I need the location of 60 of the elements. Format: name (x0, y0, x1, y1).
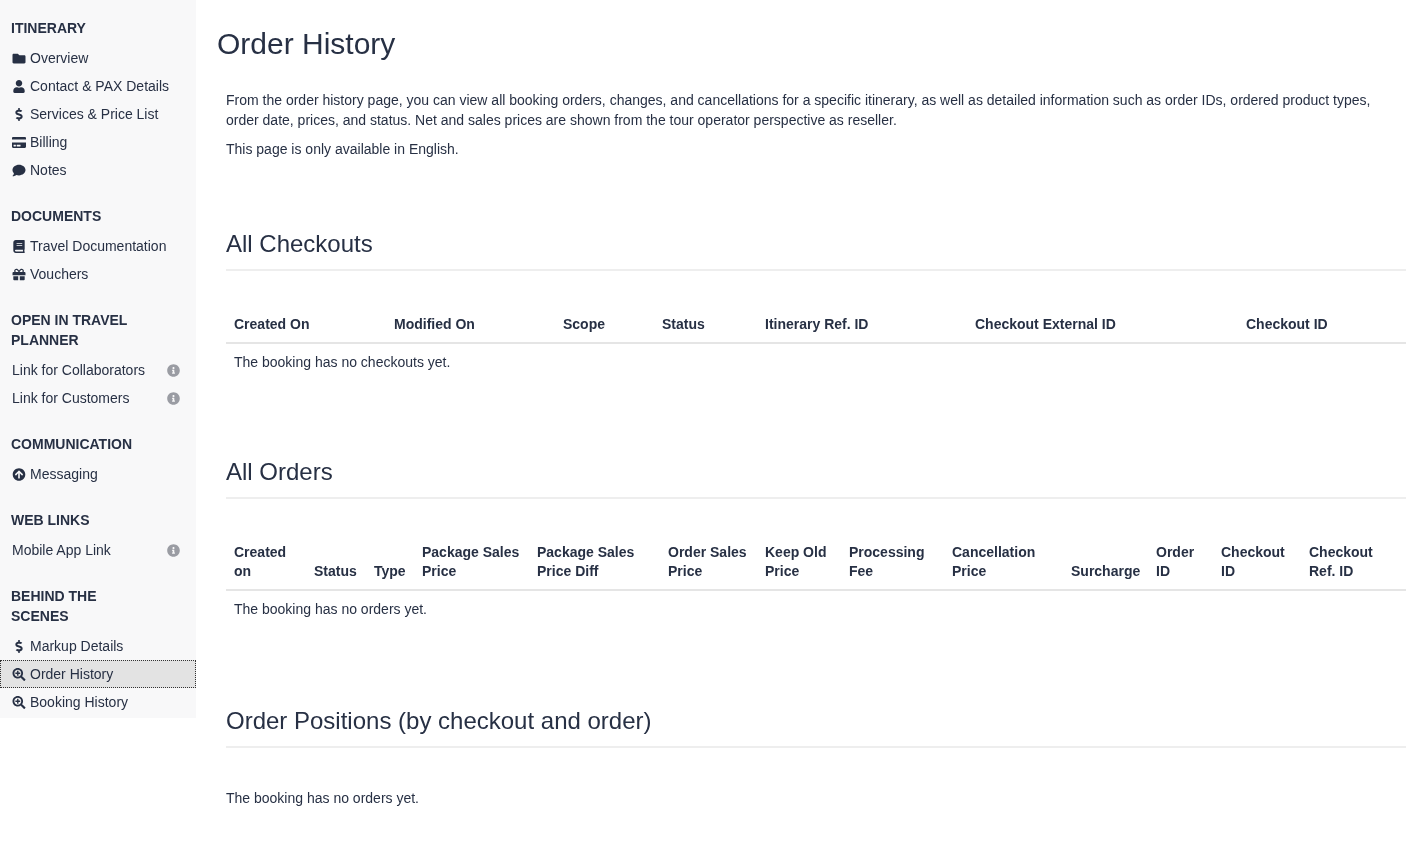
page-title: Order History (217, 26, 397, 62)
book-icon (12, 239, 26, 253)
section-title: All Orders (226, 457, 1406, 499)
sidebar-item[interactable]: Markup Details (0, 632, 196, 660)
column-header: Package Sales Price Diff (529, 535, 660, 590)
column-header: Checkout External ID (967, 307, 1238, 343)
column-header: Status (306, 535, 366, 590)
gift-icon (12, 267, 26, 281)
column-header: Surcharge (1063, 535, 1148, 590)
sidebar-item[interactable]: Services & Price List (0, 100, 196, 128)
sidebar-heading: OPEN IN TRAVEL PLANNER (10, 311, 129, 350)
sidebar-heading: COMMUNICATION (10, 435, 134, 454)
info-icon[interactable] (167, 543, 180, 557)
column-header: Type (366, 535, 414, 590)
empty-message: The booking has no checkouts yet. (234, 354, 451, 370)
column-header: Scope (555, 307, 654, 343)
empty-message: The booking has no orders yet. (234, 601, 427, 617)
sidebar-heading: BEHIND THE SCENES (10, 587, 98, 626)
speech-bubble-icon (12, 163, 26, 177)
column-header: Modified On (386, 307, 555, 343)
column-header: Package Sales Price (414, 535, 529, 590)
column-header: Cancellation Price (944, 535, 1063, 590)
sidebar-heading: WEB LINKS (10, 511, 91, 530)
zoom-in-icon (12, 695, 26, 709)
sidebar-item[interactable]: Notes (0, 156, 196, 184)
intro-paragraph: This page is only available in English. (226, 140, 460, 159)
info-icon[interactable] (167, 391, 180, 405)
column-header: Checkout ID (1213, 535, 1301, 590)
sidebar-heading: DOCUMENTS (10, 207, 103, 226)
intro-paragraph: From the order history page, you can view all booking orders, changes, and cancellations for a specific itinerary, as well as detailed information such as order IDs, ordered product types, order date, prices, and status. Net and sales prices are shown from the tour operator perspective as reseller. (226, 91, 1372, 130)
sidebar-item[interactable]: Mobile App Link (0, 536, 196, 564)
column-header: Created on (226, 535, 306, 590)
sidebar-item[interactable]: Order History (0, 660, 196, 688)
sidebar-item[interactable]: Overview (0, 44, 196, 72)
sidebar-item[interactable]: Contact & PAX Details (0, 72, 196, 100)
column-header: Itinerary Ref. ID (757, 307, 967, 343)
user-icon (12, 79, 26, 93)
section-title: All Checkouts (226, 229, 1406, 271)
sidebar-item[interactable]: Travel Documentation (0, 232, 196, 260)
sidebar-item[interactable]: Billing (0, 128, 196, 156)
section-title: Order Positions (by checkout and order) (226, 706, 1406, 748)
sidebar-item[interactable]: Link for Collaborators (0, 356, 196, 384)
info-icon[interactable] (167, 363, 180, 377)
empty-message: The booking has no orders yet. (226, 789, 420, 808)
column-header: Created On (226, 307, 386, 343)
zoom-in-icon (12, 667, 26, 681)
column-header: Order Sales Price (660, 535, 757, 590)
credit-card-icon (12, 135, 26, 149)
sidebar-item[interactable]: Messaging (0, 460, 196, 488)
column-header: Checkout Ref. ID (1301, 535, 1406, 590)
sidebar-item[interactable]: Link for Customers (0, 384, 196, 412)
folder-icon (12, 51, 26, 65)
column-header: Keep Old Price (757, 535, 841, 590)
column-header: Status (654, 307, 757, 343)
sidebar-item[interactable]: Vouchers (0, 260, 196, 288)
column-header: Checkout ID (1238, 307, 1406, 343)
column-header: Processing Fee (841, 535, 944, 590)
sidebar-heading: ITINERARY (10, 19, 87, 38)
column-header: Order ID (1148, 535, 1213, 590)
sidebar-item[interactable]: Booking History (0, 688, 196, 716)
